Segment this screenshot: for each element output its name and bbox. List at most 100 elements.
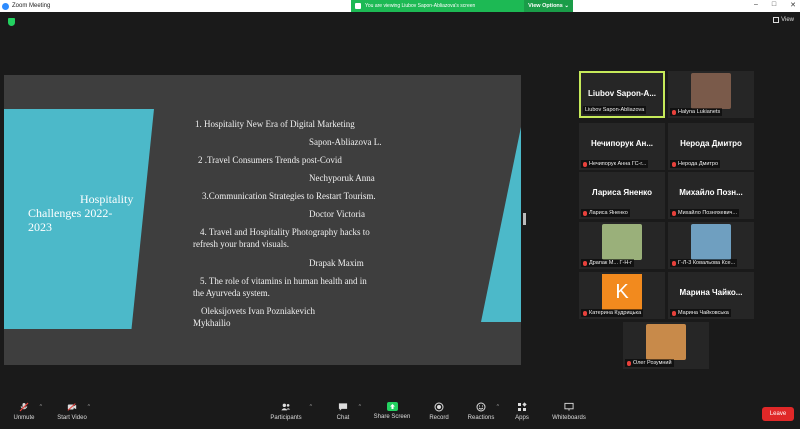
view-button[interactable]: View [773, 17, 794, 23]
share-screen-icon [386, 402, 398, 411]
muted-mic-icon [672, 161, 676, 167]
participant-name-label: Михайло Позняхевич... [670, 209, 740, 217]
shared-screen-slide: Hospitality Challenges 2022- 2023 1. Hos… [4, 75, 521, 365]
participant-video-frame [646, 324, 686, 360]
muted-mic-icon [672, 210, 676, 216]
participants-label: Participants [270, 415, 302, 421]
participant-name-text: Лариса Яненко [589, 210, 628, 216]
apps-icon [517, 402, 527, 412]
window-controls: – □ ✕ [754, 1, 796, 9]
slide-item: Mykhailio [193, 318, 231, 328]
whiteboards-button[interactable]: Whiteboards [549, 402, 589, 421]
meeting-toolbar: Unmute ^ Start Video ^ Participants ^ Ch… [0, 399, 800, 429]
leave-button[interactable]: Leave [762, 407, 794, 421]
participant-display-name: Liubov Sapon-A... [588, 89, 656, 98]
apps-button[interactable]: Apps [502, 402, 542, 421]
slide-item: 2 .Travel Consumers Trends post-Covid [198, 155, 342, 165]
security-shield-icon[interactable] [8, 18, 15, 26]
video-off-icon [67, 402, 77, 412]
chevron-up-icon[interactable]: ^ [359, 404, 361, 410]
participant-name-label: Нечипорук Анна ГС-г... [581, 160, 649, 168]
view-options-label: View Options [528, 3, 563, 9]
view-options-button[interactable]: View Options ⌄ [524, 0, 573, 12]
participant-name-text: Liubov Sapon-Abliazova [585, 107, 645, 113]
participants-button[interactable]: Participants ^ [266, 402, 312, 421]
slide-title: Hospitality Challenges 2022- 2023 [28, 192, 148, 234]
shield-icon [355, 3, 361, 9]
participant-name-label: Halyna Lukianets [670, 108, 723, 116]
slide-item: Sapon-Abliazova L. [309, 137, 382, 147]
whiteboard-icon [564, 402, 574, 412]
participant-name-text: Марина Чайковська [678, 310, 729, 316]
participant-name-label: Liubov Sapon-Abliazova [583, 106, 647, 114]
participant-tile[interactable]: Олег Розумний [623, 322, 709, 369]
slide-item: the Ayurveda system. [193, 288, 270, 298]
slide-item: Drapak Maxim [309, 258, 364, 268]
record-label: Record [429, 415, 449, 421]
participant-video-frame [691, 73, 731, 109]
participants-icon [281, 402, 291, 412]
participant-name-label: Г-Л-3 Ковальова Ксе... [670, 259, 738, 267]
chat-button[interactable]: Chat ^ [323, 402, 363, 421]
close-icon[interactable]: ✕ [790, 1, 796, 9]
view-label: View [781, 17, 794, 23]
participant-name-text: Катерина Кудрицька [589, 310, 642, 316]
participant-tile[interactable]: Марина Чайко... Марина Чайковська [668, 272, 754, 319]
muted-mic-icon [583, 210, 587, 216]
reactions-button[interactable]: Reactions ^ [461, 402, 501, 421]
chevron-up-icon[interactable]: ^ [497, 404, 499, 410]
share-screen-button[interactable]: Share Screen [372, 402, 412, 420]
record-icon [434, 402, 444, 412]
share-banner: You are viewing Liubov Sapon-Abliazova's… [351, 0, 573, 12]
slide-item: Nechyporuk Anna [309, 173, 375, 183]
record-button[interactable]: Record [419, 402, 459, 421]
participant-video-frame [602, 224, 642, 260]
participant-name-label: Нерода Дмитро [670, 160, 721, 168]
slide-right-accent-shape [481, 127, 521, 322]
participant-tile[interactable]: Нечипорук Ан... Нечипорук Анна ГС-г... [579, 123, 665, 170]
maximize-icon[interactable]: □ [772, 1, 776, 9]
participant-name-text: Михайло Позняхевич... [678, 210, 738, 216]
chevron-up-icon[interactable]: ^ [88, 404, 90, 410]
slide-item: refresh your brand visuals. [193, 239, 289, 249]
participant-tile[interactable]: Г-Л-3 Ковальова Ксе... [668, 222, 754, 269]
unmute-button[interactable]: Unmute ^ [4, 402, 44, 421]
participant-tile[interactable]: Нерода Дмитро Нерода Дмитро [668, 123, 754, 170]
participant-display-name: Михайло Позн... [679, 188, 743, 197]
muted-mic-icon [672, 260, 676, 266]
start-video-button[interactable]: Start Video ^ [52, 402, 92, 421]
participant-name-text: Г-Л-3 Ковальова Ксе... [678, 260, 736, 266]
participant-avatar: K [602, 274, 642, 310]
chat-bubble-icon [338, 402, 348, 412]
muted-mic-icon [627, 360, 631, 366]
participant-name-text: Нечипорук Анна ГС-г... [589, 161, 647, 167]
zoom-logo-icon [2, 2, 9, 10]
participant-name-label: Лариса Яненко [581, 209, 630, 217]
chevron-up-icon[interactable]: ^ [310, 404, 312, 410]
grid-view-icon [773, 17, 780, 23]
share-screen-label: Share Screen [373, 414, 411, 420]
participant-tile[interactable]: Лариса Яненко Лариса Яненко [579, 172, 665, 219]
participant-tile[interactable]: Драпак М... Г-Н-г [579, 222, 665, 269]
slide-item: Oleksijovets Ivan Pozniakevich [201, 306, 315, 316]
muted-mic-icon [583, 310, 587, 316]
muted-mic-icon [672, 310, 676, 316]
minimize-icon[interactable]: – [754, 1, 758, 9]
participant-name-label: Олег Розумний [625, 359, 674, 367]
chevron-up-icon[interactable]: ^ [40, 404, 42, 410]
participant-display-name: Нечипорук Ан... [590, 139, 654, 148]
split-divider-handle[interactable] [523, 213, 526, 225]
start-video-label: Start Video [57, 415, 87, 421]
slide-item: Doctor Victoria [309, 209, 366, 219]
participant-name-text: Олег Розумний [633, 360, 672, 366]
participant-tile[interactable]: Halyna Lukianets [668, 71, 754, 118]
participant-tile[interactable]: Михайло Позн... Михайло Позняхевич... [668, 172, 754, 219]
participant-display-name: Нерода Дмитро [680, 139, 742, 148]
participant-name-text: Драпак М... Г-Н-г [589, 260, 633, 266]
whiteboards-label: Whiteboards [552, 415, 586, 421]
slide-item: 3.Communication Strategies to Restart To… [202, 191, 376, 201]
participant-name-text: Нерода Дмитро [678, 161, 719, 167]
participant-tile[interactable]: Liubov Sapon-A... Liubov Sapon-Abliazova [579, 71, 665, 118]
slide-item: 1. Hospitality New Era of Digital Market… [195, 119, 355, 129]
participant-tile[interactable]: K Катерина Кудрицька [579, 272, 665, 319]
